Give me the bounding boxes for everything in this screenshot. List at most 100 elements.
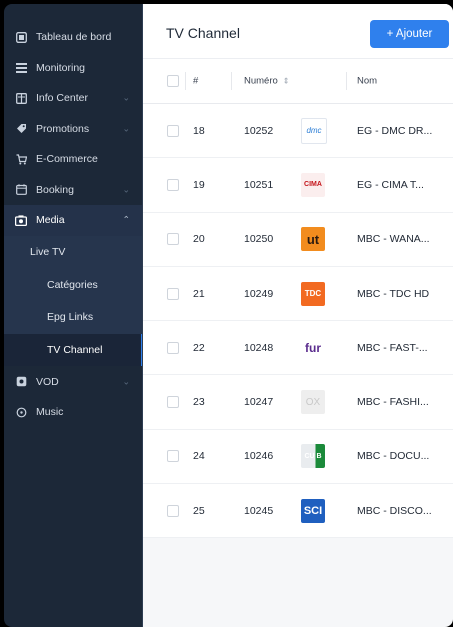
row-nom: EG - DMC DR...: [357, 124, 433, 137]
row-index: 25: [193, 504, 205, 517]
sidebar-item-label: Live TV: [30, 245, 66, 258]
table-row[interactable]: 21 10249 TDC MBC - TDC HD: [143, 266, 453, 322]
table-row[interactable]: 20 10250 ut MBC - WANA...: [143, 212, 453, 267]
sidebar-item-label: Epg Links: [47, 311, 94, 324]
row-checkbox[interactable]: [167, 233, 179, 246]
sidebar-item-tv-channel[interactable]: TV Channel: [4, 333, 143, 367]
table-row[interactable]: 22 10248 fur MBC - FAST-...: [143, 321, 453, 376]
row-numero: 10246: [244, 450, 274, 463]
column-header-numero[interactable]: Numéro ⇕: [244, 76, 290, 87]
channel-logo: dmc: [301, 117, 327, 144]
row-checkbox[interactable]: [167, 450, 179, 463]
row-index: 21: [193, 287, 205, 300]
row-checkbox[interactable]: [167, 341, 179, 354]
chevron-down-icon: ⌄: [122, 184, 130, 195]
row-numero: 10250: [244, 233, 274, 246]
row-numero: 10248: [244, 341, 274, 354]
add-button[interactable]: + Ajouter: [370, 20, 449, 48]
sidebar-item-label: VOD: [36, 375, 59, 388]
row-checkbox[interactable]: [167, 178, 179, 191]
row-checkbox[interactable]: [167, 287, 179, 300]
row-numero: 10247: [244, 396, 274, 409]
column-divider: [346, 72, 347, 90]
row-numero: 10249: [244, 287, 274, 300]
logo-text: SCI: [303, 504, 323, 517]
chevron-down-icon: ⌄: [122, 92, 130, 103]
list-icon: [14, 61, 28, 75]
app-window: Tableau de bord Monitoring Info Center ⌄…: [4, 4, 453, 627]
row-nom: MBC - FASHI...: [357, 396, 429, 409]
table-body: 18 10252 dmc EG - DMC DR... 19 10251 CIM…: [143, 104, 453, 539]
sidebar-item-label: Monitoring: [36, 61, 86, 74]
table-row[interactable]: 23 10247 OX MBC - FASHI...: [143, 375, 453, 430]
sidebar-item-label: Info Center: [36, 92, 88, 105]
chevron-down-icon: ⌄: [122, 376, 130, 386]
sidebar-item-epg-links[interactable]: Epg Links: [4, 301, 143, 334]
sidebar-item-categories[interactable]: Catégories: [4, 268, 143, 301]
chevron-up-icon: ⌃: [122, 214, 130, 225]
sidebar-item-dashboard[interactable]: Tableau de bord: [4, 22, 143, 53]
tag-icon: [14, 122, 28, 136]
column-header-label: Numéro: [244, 75, 278, 87]
sidebar-item-label: TV Channel: [47, 343, 103, 356]
table-row[interactable]: 25 10245 SCI MBC - DISCO...: [143, 484, 453, 539]
logo-text: CU B: [304, 452, 322, 460]
info-center-icon: [14, 91, 28, 105]
vod-icon: [14, 375, 28, 389]
main-content: TV Channel + Ajouter # Numéro ⇕ Nom 18 1…: [143, 4, 453, 627]
sidebar-item-label: Catégories: [47, 278, 98, 291]
table-row[interactable]: 24 10246 CU B MBC - DOCU...: [143, 429, 453, 485]
column-header-nom: Nom: [357, 75, 378, 87]
column-divider: [231, 72, 232, 90]
page-header: TV Channel + Ajouter: [143, 4, 453, 59]
sidebar-item-promotions[interactable]: Promotions ⌄: [4, 114, 143, 145]
channel-logo: fur: [301, 335, 325, 360]
table-header: # Numéro ⇕ Nom: [143, 59, 453, 104]
row-numero: 10245: [244, 504, 274, 517]
row-nom: MBC - WANA...: [357, 233, 430, 246]
music-icon: [14, 405, 28, 419]
row-index: 22: [193, 341, 205, 354]
logo-text: ut: [306, 231, 320, 247]
channel-logo: CIMA: [301, 172, 325, 197]
channel-logo: CU B: [301, 444, 325, 469]
sidebar-item-live-tv[interactable]: Live TV: [4, 236, 143, 269]
logo-text: fur: [305, 340, 321, 355]
row-numero: 10252: [244, 124, 274, 137]
row-checkbox[interactable]: [167, 124, 179, 137]
sidebar-item-booking[interactable]: Booking ⌄: [4, 175, 143, 206]
channel-logo: ut: [301, 227, 325, 252]
row-checkbox[interactable]: [167, 504, 179, 517]
logo-text: CIMA: [304, 181, 322, 189]
row-nom: EG - CIMA T...: [357, 178, 424, 191]
sidebar-item-vod[interactable]: VOD ⌄: [4, 366, 143, 397]
cart-icon: [14, 152, 28, 166]
table-row[interactable]: 18 10252 dmc EG - DMC DR...: [143, 104, 453, 159]
row-index: 23: [193, 396, 205, 409]
sort-icon[interactable]: ⇕: [283, 77, 290, 86]
page-title: TV Channel: [166, 25, 240, 41]
select-all-checkbox[interactable]: [167, 75, 179, 87]
sidebar-item-info-center[interactable]: Info Center ⌄: [4, 83, 143, 114]
row-checkbox[interactable]: [167, 396, 179, 409]
sidebar-item-media[interactable]: Media ⌃: [4, 205, 143, 236]
row-nom: MBC - FAST-...: [357, 341, 428, 354]
table-row[interactable]: 19 10251 CIMA EG - CIMA T...: [143, 158, 453, 213]
logo-text: OX: [305, 396, 321, 408]
row-nom: MBC - DOCU...: [357, 450, 430, 463]
chevron-down-icon: ⌄: [122, 123, 130, 134]
sidebar-item-monitoring[interactable]: Monitoring: [4, 53, 143, 84]
sidebar-item-ecommerce[interactable]: E-Commerce: [4, 144, 143, 175]
logo-text: TDC: [304, 289, 322, 299]
channel-logo: SCI: [301, 498, 325, 523]
row-index: 18: [193, 124, 205, 137]
sidebar-item-label: Promotions: [36, 122, 90, 135]
media-icon: [14, 213, 28, 227]
sidebar-item-music[interactable]: Music: [4, 397, 143, 428]
channel-logo: OX: [301, 390, 325, 415]
row-nom: MBC - DISCO...: [357, 504, 432, 517]
column-header-index: #: [193, 75, 199, 87]
row-index: 24: [193, 450, 205, 463]
row-index: 19: [193, 178, 205, 191]
sidebar-item-label: E-Commerce: [36, 153, 98, 166]
